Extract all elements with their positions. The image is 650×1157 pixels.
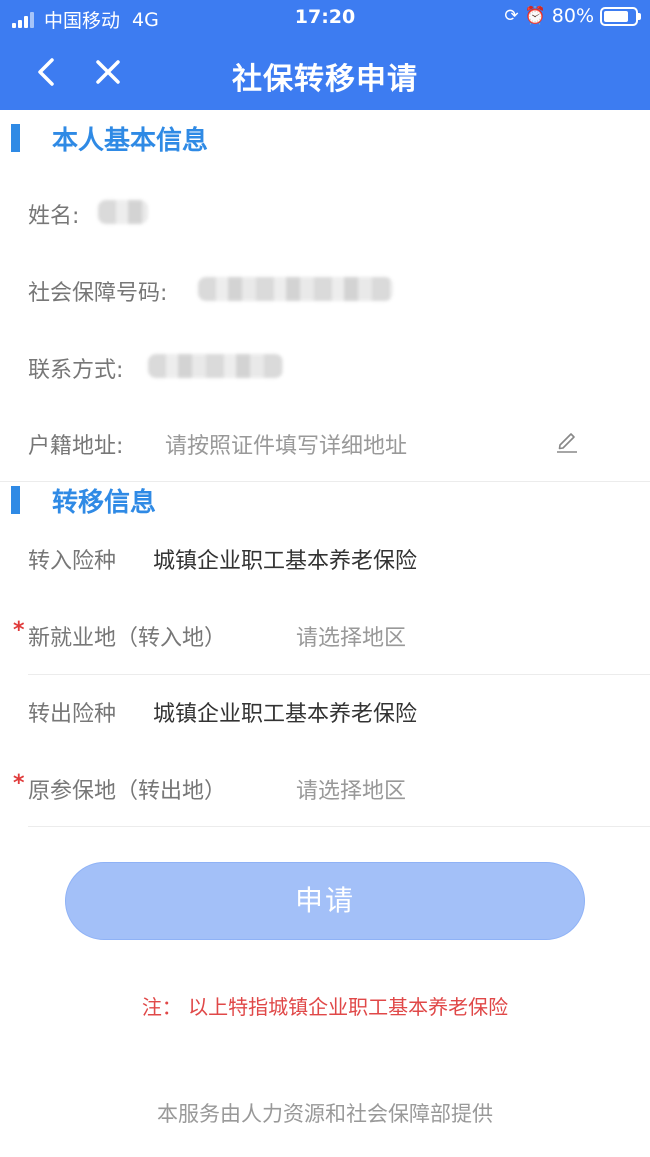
rotation-lock-icon: ⟳ <box>504 6 519 26</box>
page-title: 社保转移申请 <box>232 62 418 97</box>
required-mark: * <box>13 618 25 643</box>
battery-icon <box>600 6 641 26</box>
section-accent-bar <box>11 124 20 152</box>
out-insurance-row: 转出险种 城镇企业职工基本养老保险 <box>0 680 650 740</box>
ssn-row: 社会保障号码: <box>0 259 650 319</box>
note-text: 注： 以上特指城镇企业职工基本养老保险 <box>141 995 509 1019</box>
section-accent-bar <box>11 486 20 514</box>
footer-provider: 本服务由人力资源和社会保障部提供 <box>157 1102 493 1126</box>
orig-place-row[interactable]: * 原参保地（转出地） 请选择地区 <box>0 757 650 817</box>
app-header: 中国移动 4G 17:20 ⟳ ⏰ 80% 社保转移申请 <box>0 0 650 110</box>
in-insurance-row: 转入险种 城镇企业职工基本养老保险 <box>0 527 650 587</box>
contact-row: 联系方式: <box>0 336 650 396</box>
address-input[interactable]: 请按照证件填写详细地址 <box>165 428 407 460</box>
new-place-row[interactable]: * 新就业地（转入地） 请选择地区 <box>0 604 650 664</box>
edit-pencil-icon[interactable] <box>553 426 581 454</box>
address-label: 户籍地址: <box>28 434 124 459</box>
section-title: 本人基本信息 <box>52 126 209 156</box>
section-title: 转移信息 <box>52 488 157 518</box>
battery-percent: 80% <box>551 5 594 27</box>
in-insurance-value: 城镇企业职工基本养老保险 <box>153 549 418 574</box>
name-row: 姓名: <box>0 182 650 242</box>
orig-place-label: 原参保地（转出地） <box>28 779 227 804</box>
nav-bar: 社保转移申请 <box>0 36 650 110</box>
new-place-select[interactable]: 请选择地区 <box>296 620 406 652</box>
new-place-label: 新就业地（转入地） <box>28 626 227 651</box>
ssn-label: 社会保障号码: <box>28 281 168 306</box>
contact-label: 联系方式: <box>28 358 124 383</box>
name-label: 姓名: <box>28 204 80 229</box>
section-transfer-info: 转移信息 <box>0 480 650 520</box>
row-divider <box>28 826 650 827</box>
status-bar: 中国移动 4G 17:20 ⟳ ⏰ 80% <box>0 0 650 36</box>
section-personal-info: 本人基本信息 <box>0 118 650 158</box>
battery-fill <box>604 10 628 22</box>
address-row[interactable]: 户籍地址: 请按照证件填写详细地址 <box>0 412 650 472</box>
ssn-value-redacted <box>198 277 393 301</box>
name-value-redacted <box>98 200 148 224</box>
apply-button[interactable]: 申请 <box>65 862 585 940</box>
status-right: ⟳ ⏰ 80% <box>504 5 641 27</box>
out-insurance-value: 城镇企业职工基本养老保险 <box>153 702 418 727</box>
required-mark: * <box>13 771 25 796</box>
in-insurance-label: 转入险种 <box>28 549 117 574</box>
orig-place-select[interactable]: 请选择地区 <box>296 773 406 805</box>
row-divider <box>28 674 650 675</box>
out-insurance-label: 转出险种 <box>28 702 117 727</box>
alarm-icon: ⏰ <box>524 6 546 26</box>
contact-value-redacted <box>148 354 283 378</box>
